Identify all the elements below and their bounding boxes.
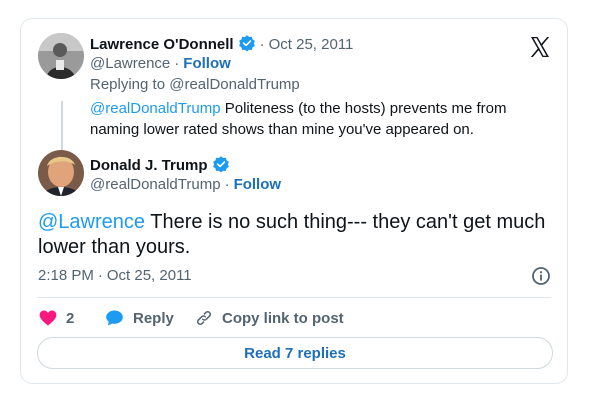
replying-to-prefix: Replying to	[90, 76, 170, 93]
parent-author-name[interactable]: Lawrence O'Donnell	[90, 36, 234, 53]
tweet-time: 2:18 PM	[38, 267, 94, 284]
parent-tweet-date[interactable]: Oct 25, 2011	[269, 36, 354, 53]
reply-label: Reply	[133, 309, 174, 327]
main-tweet-text: @Lawrence There is no such thing--- they…	[38, 210, 558, 260]
separator-dot: ·	[174, 55, 180, 72]
like-button[interactable]: 2	[38, 307, 74, 329]
replying-to-handle[interactable]: @realDonaldTrump	[169, 76, 300, 93]
follow-trump-button[interactable]: Follow	[234, 176, 282, 193]
embedded-tweet-card: Lawrence O'Donnell · Oct 25, 2011 @Lawrenc…	[20, 18, 568, 384]
follow-lawrence-button[interactable]: Follow	[183, 55, 231, 72]
parent-tweet-header: Lawrence O'Donnell · Oct 25, 2011	[90, 34, 353, 54]
copy-link-button[interactable]: Copy link to post	[194, 307, 344, 329]
like-count: 2	[66, 309, 75, 327]
main-tweet-mention[interactable]: @Lawrence	[38, 211, 145, 233]
heart-icon	[39, 310, 57, 326]
parent-tweet-text: @realDonaldTrump Politeness (to the host…	[90, 98, 520, 140]
copy-link-label: Copy link to post	[222, 309, 344, 327]
tweet-date: Oct 25, 2011	[106, 267, 192, 284]
parent-author-handle[interactable]: @Lawrence	[90, 55, 170, 72]
main-author-handle[interactable]: @realDonaldTrump	[90, 176, 221, 193]
replying-to-line: Replying to @realDonaldTrump	[90, 76, 300, 94]
avatar-trump-image	[38, 150, 84, 196]
x-logo-icon[interactable]	[528, 35, 552, 59]
separator-dot: ·	[224, 176, 230, 193]
parent-tweet-subheader: @Lawrence · Follow	[90, 55, 231, 73]
verified-badge-icon	[238, 35, 255, 52]
avatar-trump[interactable]	[38, 150, 84, 196]
main-author-name[interactable]: Donald J. Trump	[90, 157, 208, 174]
avatar-lawrence-image	[38, 33, 84, 79]
verified-badge-icon	[212, 156, 229, 173]
parent-tweet-mention[interactable]: @realDonaldTrump	[90, 100, 221, 117]
read-replies-button[interactable]: Read 7 replies	[37, 337, 553, 369]
read-replies-label: Read 7 replies	[244, 344, 346, 362]
divider	[37, 297, 551, 298]
separator-dot: ·	[259, 36, 265, 53]
link-icon	[196, 310, 212, 326]
separator-dot: ·	[97, 267, 103, 284]
main-tweet-timestamp[interactable]: 2:18 PM · Oct 25, 2011	[38, 267, 192, 284]
avatar-lawrence[interactable]	[38, 33, 84, 79]
reply-button[interactable]: Reply	[104, 307, 174, 329]
main-tweet-subheader: @realDonaldTrump · Follow	[90, 176, 281, 194]
speech-bubble-icon	[106, 310, 123, 326]
info-icon[interactable]	[531, 266, 551, 286]
main-tweet-header: Donald J. Trump	[90, 155, 230, 175]
